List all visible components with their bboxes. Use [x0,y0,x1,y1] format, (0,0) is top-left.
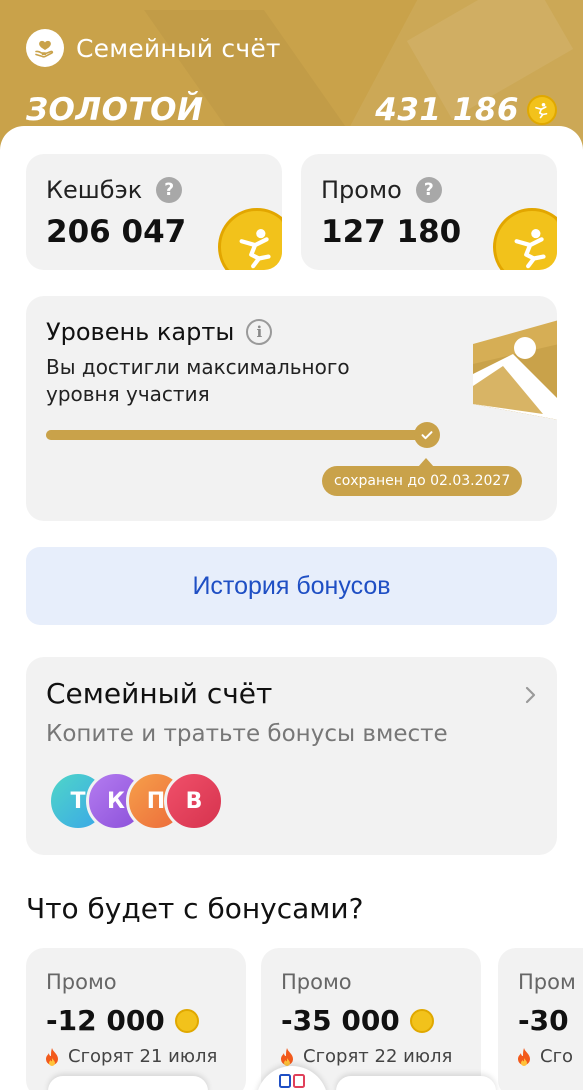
expiry-row: Сго [516,1046,573,1067]
expiry-date: Сго [540,1046,574,1067]
checkmark-icon [414,422,440,448]
flame-icon [518,1047,530,1066]
header-title-row[interactable]: Семейный счёт [26,28,281,68]
bonus-coin-icon [527,95,557,125]
main-sheet: Кешбэк ? 206 047 Промо ? 127 180 Уровень… [0,126,583,1090]
cashback-card[interactable]: Кешбэк ? 206 047 [26,154,282,270]
card-level-title-row: Уровень карты i [46,318,273,346]
expiring-bonus-value-row: -35 000 [281,1004,434,1037]
info-icon[interactable]: i [246,319,273,345]
expiring-bonus-value: -30 [518,1004,569,1037]
expiry-date: Сгорят 21 июля [68,1046,218,1067]
family-account-title: Семейный счёт [46,677,273,710]
promo-label-row: Промо ? [321,176,442,204]
cashback-label: Кешбэк [46,176,143,204]
level-progress-bar [46,430,426,440]
bonus-future-title: Что будет с бонусами? [26,892,364,925]
expiring-bonus-value: -35 000 [281,1004,400,1037]
flame-icon [281,1047,293,1066]
promo-card[interactable]: Промо ? 127 180 [301,154,557,270]
bottom-nav-button[interactable] [336,1076,496,1090]
bonus-coin-icon [409,1008,434,1033]
promo-label: Промо [321,176,402,204]
total-balance-value: 431 186 [375,92,519,128]
level-saved-tooltip: сохранен до 02.03.2027 [322,458,523,496]
bonus-history-button[interactable]: История бонусов [26,547,557,625]
expiring-bonus-label: Промо [46,970,117,994]
help-icon[interactable]: ? [415,177,442,203]
flame-icon [46,1047,58,1066]
bonus-coin-icon [218,208,282,270]
chevron-right-icon[interactable] [523,683,539,707]
cashback-value: 206 047 [46,214,187,250]
bonus-coin-icon [174,1008,199,1033]
bottom-navigation [0,1066,583,1090]
card-tier-label: ЗОЛОТОЙ [26,92,204,128]
expiring-bonus-label: Пром [518,970,576,994]
card-level-panel: Уровень карты i Вы достигли максимальног… [26,296,557,521]
promo-value: 127 180 [321,214,462,250]
tooltip-arrow [418,458,434,467]
expiring-bonus-value-row: -30 [518,1004,569,1037]
gold-envelope-icon [473,320,557,420]
total-balance: 431 186 [375,92,557,128]
expiring-bonus-value: -12 000 [46,1004,165,1037]
card-level-description: Вы достигли максимального уровня участия [46,355,350,406]
family-account-card[interactable]: Семейный счёт Копите и тратьте бонусы вм… [26,657,557,855]
level-saved-until: сохранен до 02.03.2027 [322,466,523,496]
level-progress-fill [46,430,426,440]
family-account-subtitle: Копите и тратьте бонусы вместе [46,721,448,747]
header-title: Семейный счёт [76,33,281,63]
expiring-bonus-value-row: -12 000 [46,1004,199,1037]
expiry-date: Сгорят 22 июля [303,1046,453,1067]
expiry-row: Сгорят 22 июля [279,1046,452,1067]
catalog-icon [279,1074,305,1088]
expiry-row: Сгорят 21 июля [44,1046,217,1067]
avatar: В [164,771,224,831]
cashback-label-row: Кешбэк ? [46,176,183,204]
bottom-nav-button[interactable] [48,1076,208,1090]
family-heart-icon [26,29,64,67]
card-level-title: Уровень карты [46,318,235,346]
bonus-coin-icon [493,208,557,270]
catalog-button[interactable] [256,1066,328,1090]
help-icon[interactable]: ? [156,177,183,203]
expiring-bonus-label: Промо [281,970,352,994]
